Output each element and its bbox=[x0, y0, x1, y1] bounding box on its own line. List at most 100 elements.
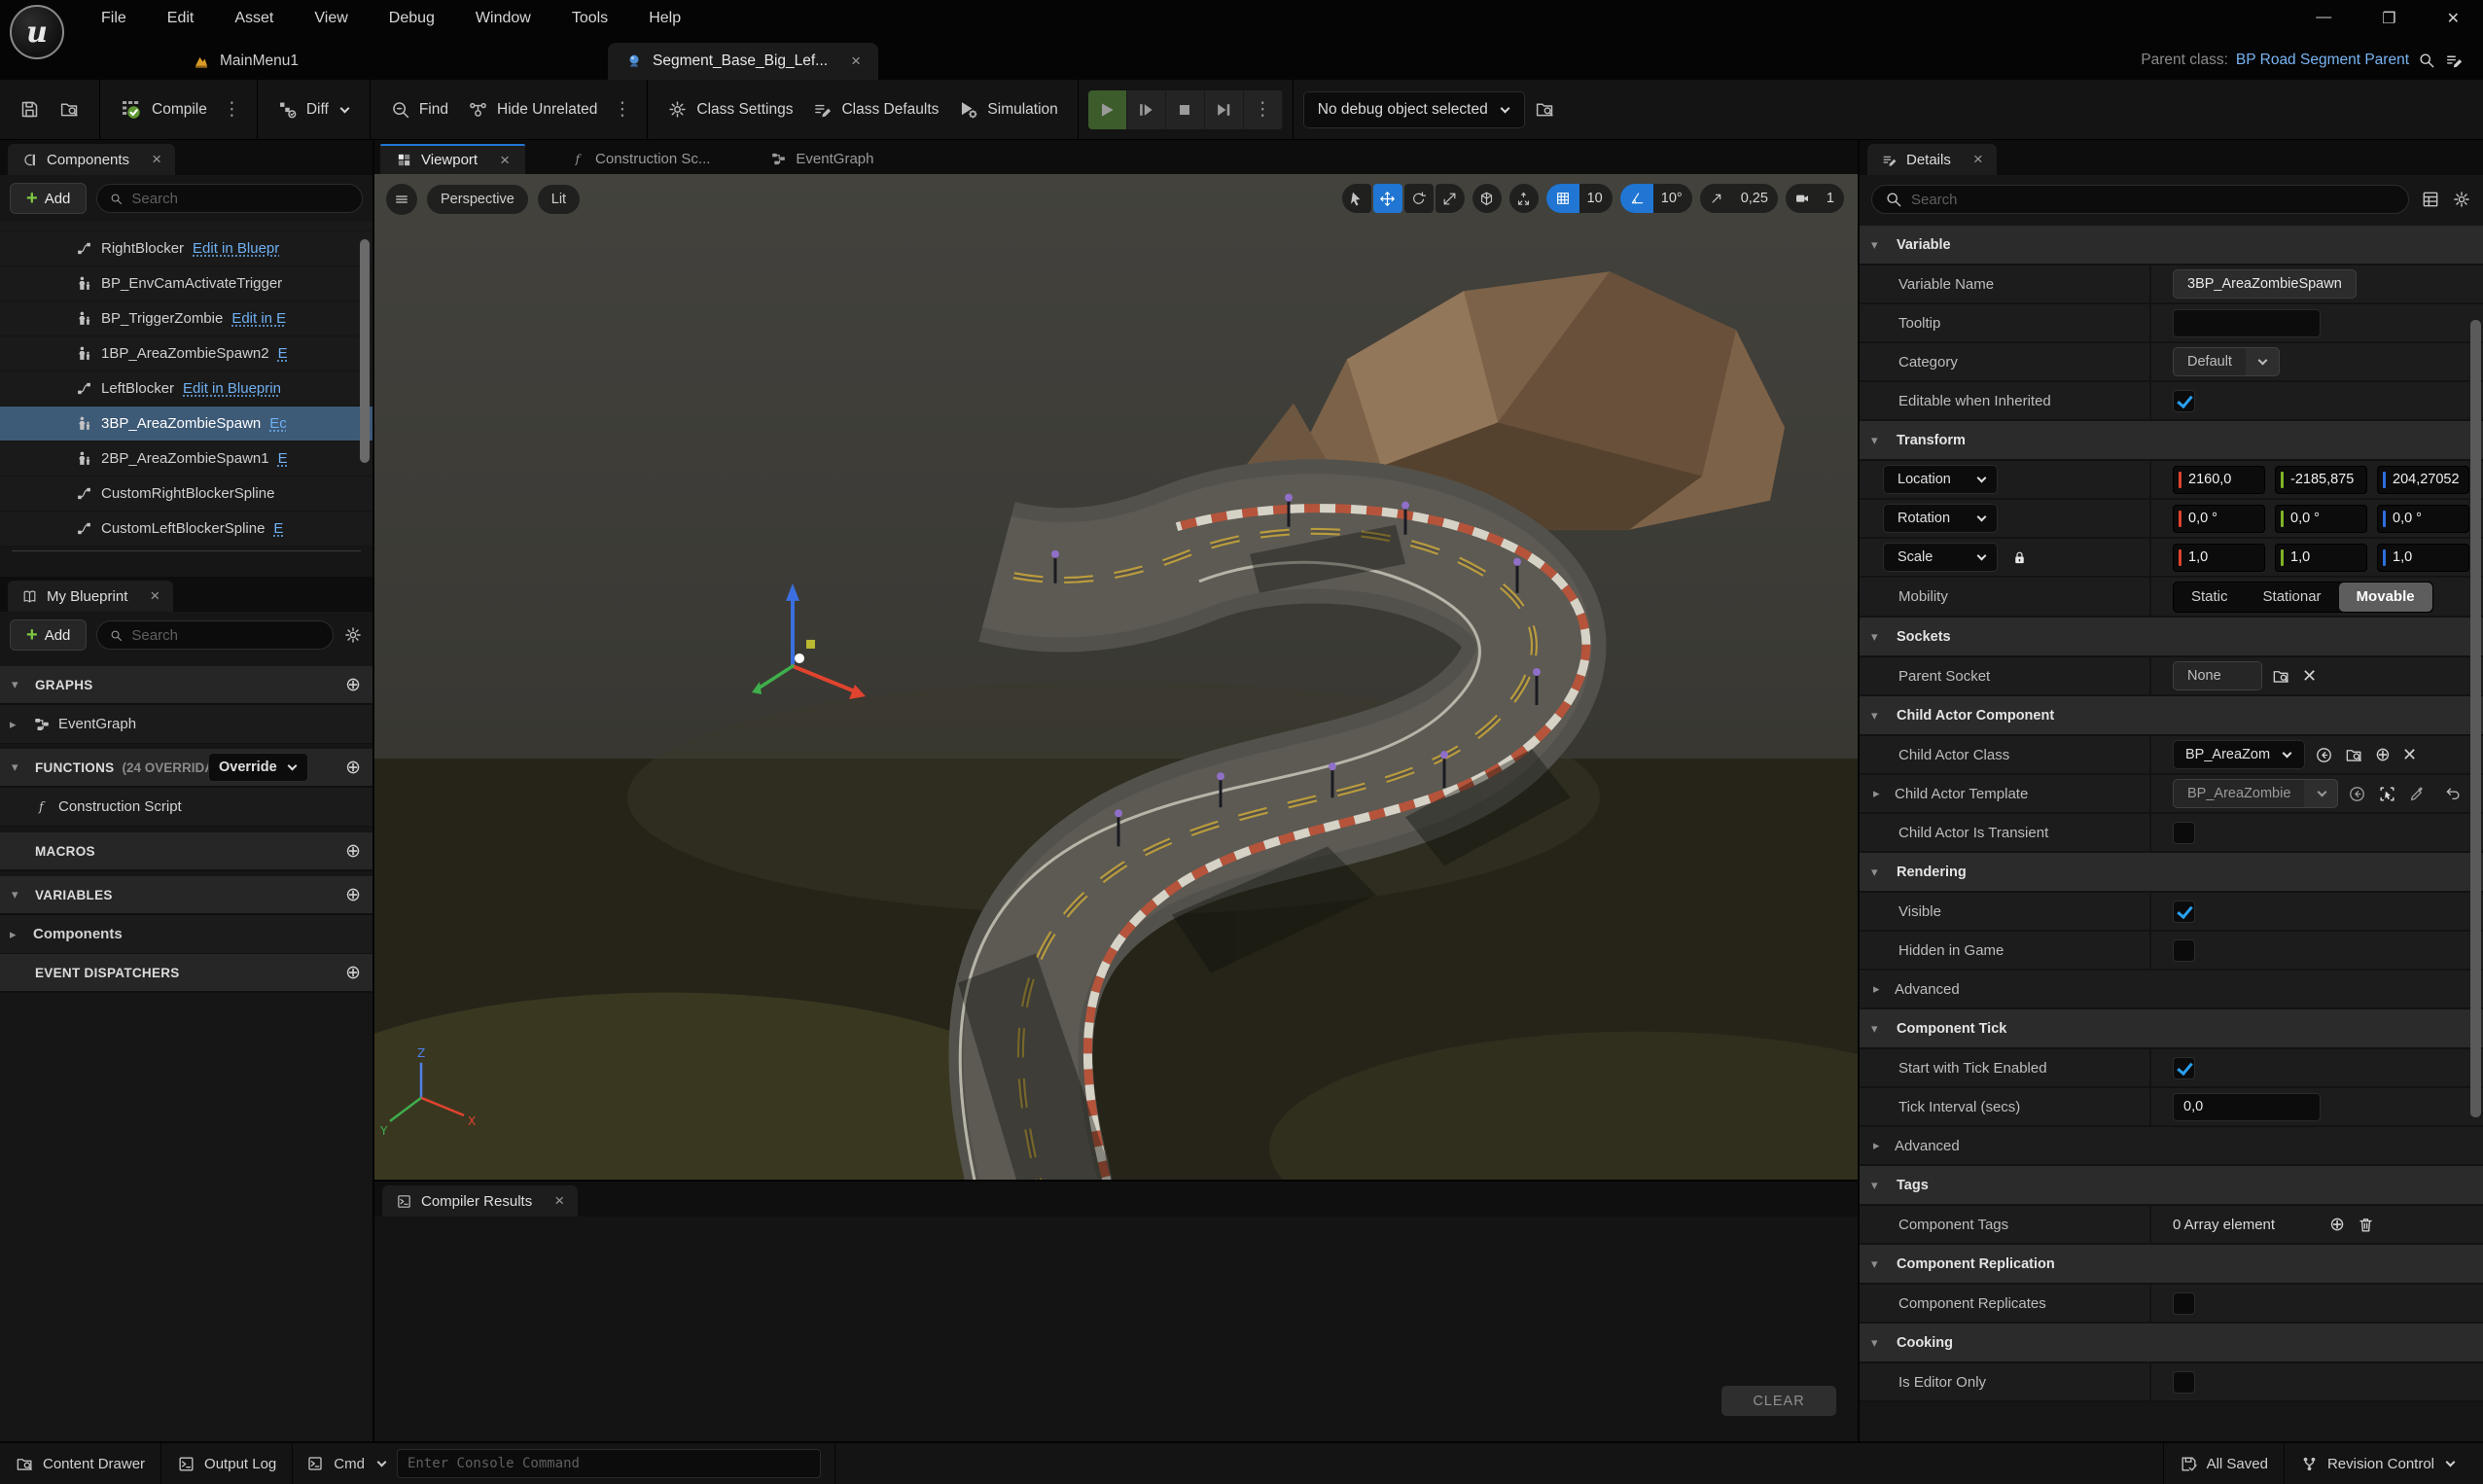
compiler-results-tab[interactable]: Compiler Results × bbox=[382, 1185, 578, 1217]
tab-segment-base-big-left[interactable]: Segment_Base_Big_Lef... × bbox=[608, 43, 878, 80]
edit-in-blueprint-link[interactable]: Edit in E bbox=[231, 310, 286, 327]
unreal-logo-icon[interactable]: u bbox=[10, 5, 64, 59]
add-class-icon[interactable]: ⊕ bbox=[2375, 744, 2391, 766]
maximize-button[interactable]: ❐ bbox=[2382, 9, 2395, 28]
add-function-icon[interactable]: ⊕ bbox=[345, 757, 361, 779]
clear-button[interactable]: CLEAR bbox=[1721, 1386, 1836, 1416]
edit-in-blueprint-link[interactable]: E bbox=[273, 520, 283, 537]
child-actor-component-section-header[interactable]: ▾Child Actor Component bbox=[1860, 696, 2483, 736]
macros-section-header[interactable]: MACROS ⊕ bbox=[0, 832, 372, 871]
clear-class-icon[interactable]: ✕ bbox=[2402, 745, 2417, 765]
child-actor-transient-checkbox[interactable] bbox=[2173, 822, 2195, 844]
reset-to-default-icon[interactable] bbox=[2444, 785, 2462, 802]
menu-debug[interactable]: Debug bbox=[389, 10, 435, 27]
myblueprint-settings-icon[interactable] bbox=[343, 625, 363, 645]
details-tab[interactable]: Details × bbox=[1867, 144, 1997, 175]
menu-asset[interactable]: Asset bbox=[234, 10, 273, 27]
debug-object-dropdown[interactable]: No debug object selected bbox=[1303, 91, 1525, 128]
component-row-partial[interactable] bbox=[0, 222, 372, 231]
add-macro-icon[interactable]: ⊕ bbox=[345, 840, 361, 863]
details-search-input[interactable] bbox=[1911, 192, 2396, 208]
component-row-leftblocker[interactable]: LeftBlocker Edit in Blueprin bbox=[0, 371, 372, 406]
find-button[interactable]: Find bbox=[380, 80, 458, 139]
compiler-results-close-icon[interactable]: × bbox=[554, 1191, 564, 1211]
rotate-tool-button[interactable] bbox=[1404, 184, 1434, 213]
eject-button[interactable] bbox=[1205, 90, 1244, 129]
viewport-3d[interactable]: Z X Y Perspective Lit bbox=[374, 174, 1858, 1180]
grid-snap-icon[interactable] bbox=[1546, 184, 1579, 213]
start-tick-checkbox[interactable] bbox=[2173, 1057, 2195, 1079]
location-z-field[interactable]: 204,27052 bbox=[2377, 466, 2469, 494]
tick-interval-field[interactable]: 0,0 bbox=[2173, 1093, 2321, 1121]
scale-snap-value[interactable]: 0,25 bbox=[1733, 191, 1778, 206]
graphs-section-header[interactable]: ▾ GRAPHS ⊕ bbox=[0, 666, 372, 705]
scale-dropdown[interactable]: Scale bbox=[1883, 543, 1998, 572]
component-row-triggerzombie[interactable]: BP_TriggerZombie Edit in E bbox=[0, 301, 372, 336]
find-parent-class-icon[interactable] bbox=[2417, 51, 2436, 70]
details-search[interactable] bbox=[1871, 185, 2409, 214]
close-button[interactable]: ✕ bbox=[2447, 9, 2460, 28]
myblueprint-add-button[interactable]: + Add bbox=[10, 619, 87, 651]
add-array-element-icon[interactable]: ⊕ bbox=[2329, 1214, 2345, 1236]
child-actor-template-dropdown[interactable]: BP_AreaZombie bbox=[2173, 779, 2338, 808]
collapse-arrow-icon[interactable]: ▾ bbox=[12, 677, 27, 692]
perspective-dropdown[interactable]: Perspective bbox=[427, 185, 528, 214]
menu-edit[interactable]: Edit bbox=[167, 10, 195, 27]
scale-snap-icon[interactable] bbox=[1700, 184, 1733, 213]
output-log-button[interactable]: Output Log bbox=[161, 1443, 293, 1484]
hide-unrelated-button[interactable]: Hide Unrelated bbox=[458, 80, 607, 139]
use-selected-asset-icon[interactable] bbox=[2315, 746, 2333, 764]
category-dropdown[interactable]: Default bbox=[2173, 347, 2280, 376]
component-row-customleftblockerspline[interactable]: CustomLeftBlockerSpline E bbox=[0, 512, 372, 547]
frame-skip-button[interactable] bbox=[1127, 90, 1166, 129]
sockets-section-header[interactable]: ▾Sockets bbox=[1860, 618, 2483, 657]
cmd-label[interactable]: Cmd bbox=[334, 1456, 365, 1472]
hidden-in-game-checkbox[interactable] bbox=[2173, 939, 2195, 962]
component-replication-section-header[interactable]: ▾Component Replication bbox=[1860, 1245, 2483, 1285]
myblueprint-search[interactable] bbox=[96, 620, 334, 650]
mobility-stationary-option[interactable]: Stationar bbox=[2246, 583, 2339, 612]
add-graph-icon[interactable]: ⊕ bbox=[345, 674, 361, 696]
rotation-snap-control[interactable]: 10° bbox=[1620, 184, 1692, 213]
save-button[interactable] bbox=[10, 80, 50, 139]
cooking-section-header[interactable]: ▾Cooking bbox=[1860, 1324, 2483, 1363]
variables-section-header[interactable]: ▾ VARIABLES ⊕ bbox=[0, 876, 372, 915]
expand-arrow-icon[interactable]: ▸ bbox=[1873, 1138, 1889, 1153]
eventgraph-item[interactable]: ▸ EventGraph bbox=[0, 705, 372, 744]
rendering-section-header[interactable]: ▾Rendering bbox=[1860, 853, 2483, 893]
details-scrollbar[interactable] bbox=[2470, 320, 2481, 1117]
camera-speed-icon[interactable] bbox=[1786, 184, 1819, 213]
location-y-field[interactable]: -2185,875 bbox=[2275, 466, 2367, 494]
pick-actor-eyedropper-icon[interactable] bbox=[2408, 785, 2427, 803]
child-actor-class-dropdown[interactable]: BP_AreaZom bbox=[2173, 740, 2305, 769]
components-search-input[interactable] bbox=[131, 191, 350, 207]
display-options-icon[interactable] bbox=[2421, 190, 2440, 209]
scale-lock-icon[interactable] bbox=[2011, 549, 2028, 566]
scale-snap-control[interactable]: 0,25 bbox=[1700, 184, 1778, 213]
myblueprint-search-input[interactable] bbox=[131, 627, 321, 644]
edit-in-blueprint-link[interactable]: E bbox=[278, 345, 288, 362]
tab-viewport[interactable]: Viewport × bbox=[380, 144, 525, 174]
grid-snap-value[interactable]: 10 bbox=[1579, 191, 1613, 206]
browse-asset-icon[interactable] bbox=[2345, 746, 2363, 764]
console-input-box[interactable] bbox=[397, 1449, 821, 1478]
override-dropdown[interactable]: Override bbox=[208, 753, 308, 782]
rotation-dropdown[interactable]: Rotation bbox=[1883, 504, 1998, 533]
content-drawer-button[interactable]: Content Drawer bbox=[0, 1443, 161, 1484]
add-event-dispatcher-icon[interactable]: ⊕ bbox=[345, 962, 361, 984]
simulation-button[interactable]: Simulation bbox=[948, 80, 1067, 139]
socket-browse-icon[interactable] bbox=[2272, 667, 2290, 686]
console-input[interactable] bbox=[408, 1456, 810, 1471]
component-row-areazombiespawn-selected[interactable]: 3BP_AreaZombieSpawn Ec bbox=[0, 406, 372, 442]
tab-eventgraph[interactable]: EventGraph bbox=[755, 144, 889, 174]
compile-button[interactable]: Compile bbox=[110, 80, 217, 139]
play-options-icon[interactable]: ⋮ bbox=[1244, 90, 1283, 129]
surface-snapping-button[interactable] bbox=[1509, 184, 1539, 213]
select-actor-icon[interactable] bbox=[2378, 785, 2396, 803]
browse-debug-object-button[interactable] bbox=[1525, 80, 1565, 139]
cmd-dropdown-icon[interactable] bbox=[377, 1458, 387, 1467]
details-close-icon[interactable]: × bbox=[1973, 150, 1983, 169]
editable-when-inherited-checkbox[interactable] bbox=[2173, 390, 2195, 412]
component-row-customrightblockerspline[interactable]: CustomRightBlockerSpline bbox=[0, 477, 372, 512]
camera-speed-value[interactable]: 1 bbox=[1819, 191, 1844, 206]
